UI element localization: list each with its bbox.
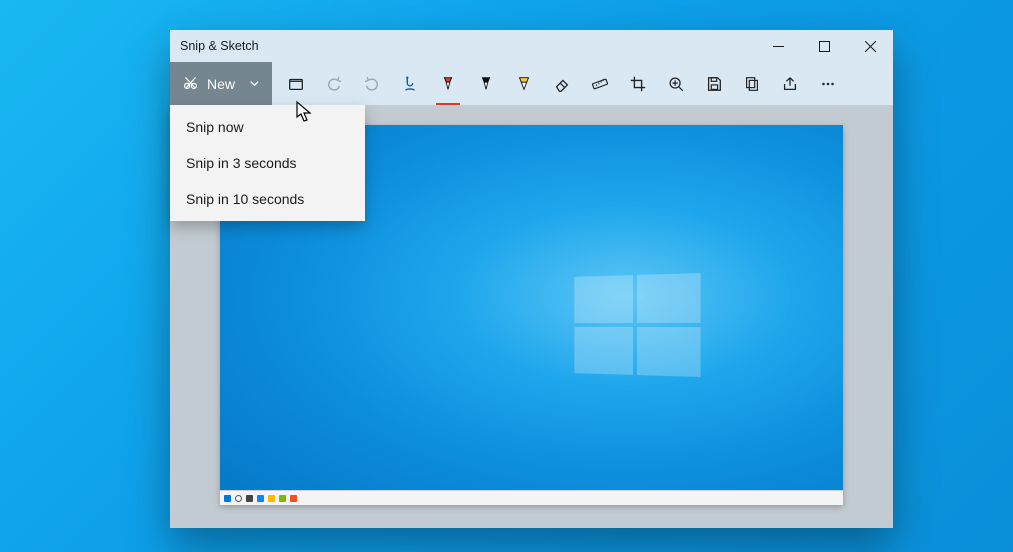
- eraser-button[interactable]: [544, 66, 580, 102]
- new-snip-menu: Snip now Snip in 3 seconds Snip in 10 se…: [170, 105, 365, 221]
- menu-item-snip-3s[interactable]: Snip in 3 seconds: [170, 145, 365, 181]
- crop-icon: [629, 75, 647, 93]
- highlighter-button[interactable]: [506, 66, 542, 102]
- minimize-button[interactable]: [755, 30, 801, 62]
- window-title: Snip & Sketch: [180, 39, 259, 53]
- new-snip-button[interactable]: New: [170, 62, 272, 105]
- highlighter-icon: [515, 75, 533, 93]
- more-button[interactable]: [810, 66, 846, 102]
- menu-item-snip-10s[interactable]: Snip in 10 seconds: [170, 181, 365, 217]
- ruler-button[interactable]: [582, 66, 618, 102]
- ruler-icon: [591, 75, 609, 93]
- ballpoint-pen-icon: [439, 75, 457, 93]
- pencil-icon: [477, 75, 495, 93]
- open-file-button[interactable]: [278, 66, 314, 102]
- copy-button[interactable]: [734, 66, 770, 102]
- tool-icons: [272, 66, 887, 102]
- copy-icon: [743, 75, 761, 93]
- toolbar: New: [170, 62, 893, 106]
- touch-write-icon: [401, 75, 419, 93]
- windows-logo-icon: [574, 273, 700, 377]
- ballpoint-pen-button[interactable]: [430, 66, 466, 102]
- chevron-down-icon: [249, 78, 260, 89]
- maximize-button[interactable]: [801, 30, 847, 62]
- undo-icon: [325, 75, 343, 93]
- redo-button[interactable]: [354, 66, 390, 102]
- undo-button[interactable]: [316, 66, 352, 102]
- eraser-icon: [553, 75, 571, 93]
- save-button[interactable]: [696, 66, 732, 102]
- pencil-button[interactable]: [468, 66, 504, 102]
- save-icon: [705, 75, 723, 93]
- window-controls: [755, 30, 893, 62]
- titlebar: Snip & Sketch: [170, 30, 893, 62]
- zoom-icon: [667, 75, 685, 93]
- redo-icon: [363, 75, 381, 93]
- new-snip-chevron[interactable]: [243, 62, 266, 105]
- open-icon: [287, 75, 305, 93]
- close-button[interactable]: [847, 30, 893, 62]
- share-button[interactable]: [772, 66, 808, 102]
- menu-item-snip-now[interactable]: Snip now: [170, 109, 365, 145]
- captured-taskbar: [220, 490, 843, 505]
- crop-button[interactable]: [620, 66, 656, 102]
- zoom-button[interactable]: [658, 66, 694, 102]
- more-icon: [819, 75, 837, 93]
- app-window: Snip & Sketch New: [170, 30, 893, 528]
- share-icon: [781, 75, 799, 93]
- new-snip-icon: [182, 74, 199, 94]
- new-snip-label: New: [207, 76, 235, 92]
- touch-writing-button[interactable]: [392, 66, 428, 102]
